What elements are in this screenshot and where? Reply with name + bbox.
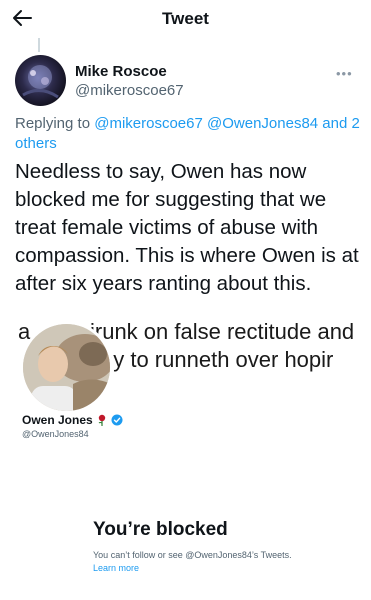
blocked-subtitle: You can’t follow or see @OwenJones84’s T… xyxy=(93,550,292,560)
replying-prefix: Replying to xyxy=(15,115,91,132)
blocked-title: You’re blocked xyxy=(93,519,228,540)
top-bar: Tweet xyxy=(0,0,371,38)
profile-handle: @OwenJones84 xyxy=(22,429,89,439)
author-handle: @mikeroscoe67 xyxy=(75,82,184,99)
thread-connector-line xyxy=(38,38,40,52)
profile-photo xyxy=(23,324,110,411)
more-dots-icon[interactable]: ••• xyxy=(336,66,353,81)
author-avatar[interactable] xyxy=(15,55,66,106)
tweet-text: Needless to say, Owen has now blocked me… xyxy=(15,160,359,295)
page-title: Tweet xyxy=(162,9,209,28)
replying-handle-owenjones84[interactable]: @OwenJones84 xyxy=(207,115,318,132)
rose-emoji-icon xyxy=(98,414,105,426)
verified-badge-icon xyxy=(111,414,123,426)
replying-to-line: Replying to @mikeroscoe67 @OwenJones84 a… xyxy=(15,114,360,154)
profile-name-row[interactable]: Owen Jones xyxy=(22,413,123,427)
replying-handle-mikeroscoe67[interactable]: @mikeroscoe67 xyxy=(94,115,203,132)
attached-screenshot-image[interactable]: a irunk on false rectitude and yny to ru… xyxy=(0,305,371,600)
profile-name: Owen Jones xyxy=(22,413,93,427)
avatar-image xyxy=(22,65,59,99)
profile-avatar[interactable] xyxy=(20,321,113,414)
background-tweet-line-1: irunk on false rectitude and xyxy=(90,319,355,344)
background-tweet-line-2: yny to runneth over hopir xyxy=(90,347,334,372)
learn-more-link[interactable]: Learn more xyxy=(93,563,139,573)
author-name[interactable]: Mike Roscoe xyxy=(75,63,167,80)
